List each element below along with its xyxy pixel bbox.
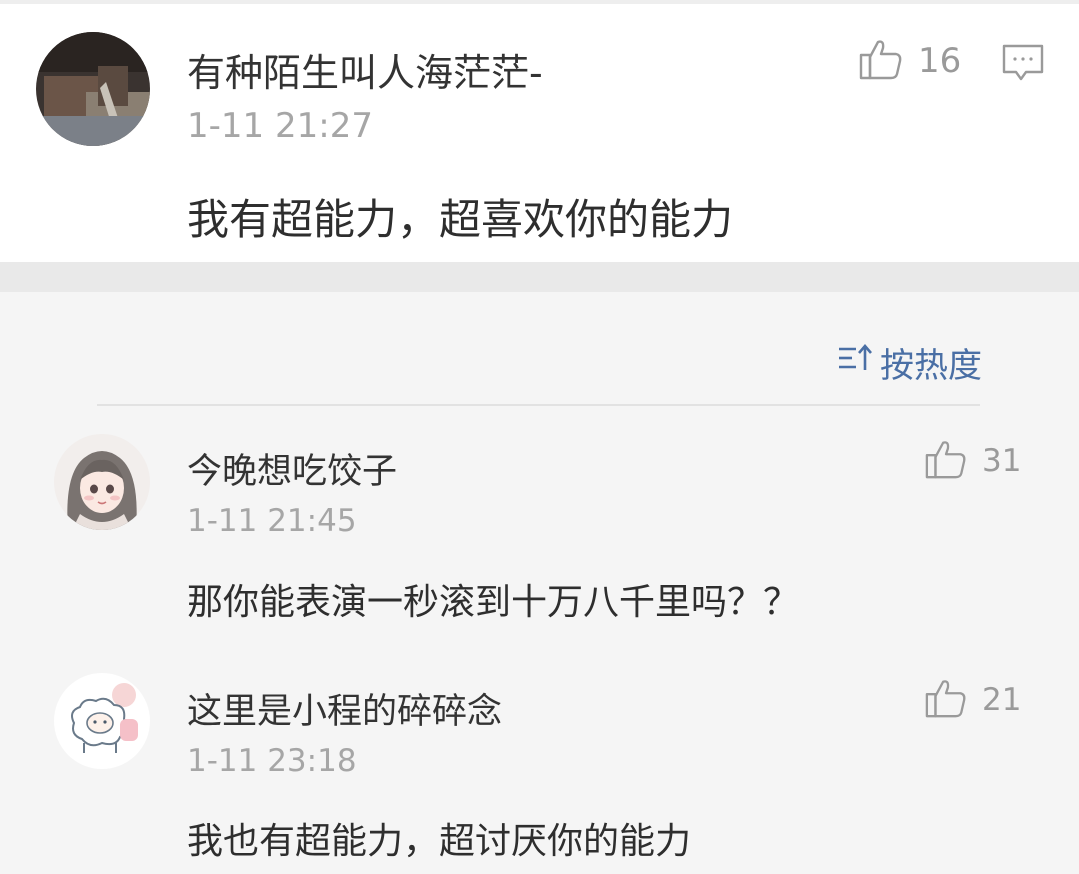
reply-timestamp: 1-11 21:45 [187,503,357,539]
main-comment-text: 我有超能力，超喜欢你的能力 [187,195,734,244]
reply-like-count: 31 [982,443,1022,479]
reply-text: 那你能表演一秒滚到十万八千里吗？？ [187,582,800,623]
section-separator [0,262,1079,292]
reply-username[interactable]: 今晚想吃饺子 [187,443,397,494]
sort-icon [836,341,874,384]
reply-timestamp: 1-11 23:18 [187,743,357,779]
reply-like-button[interactable]: 21 [924,676,1021,724]
reply-like-button[interactable]: 31 [924,437,1021,485]
reply-like-count: 21 [982,682,1022,718]
sort-label: 按热度 [880,346,982,386]
main-comment-timestamp: 1-11 21:27 [187,106,373,146]
reply-username[interactable]: 这里是小程的碎碎念 [187,683,502,734]
comment-icon [1000,42,1046,88]
sort-button[interactable]: 按热度 [836,338,982,387]
thumbs-up-icon [924,676,968,724]
thumbs-up-icon [924,437,968,485]
avatar[interactable] [54,673,150,769]
replies-divider [97,404,980,406]
reply-button[interactable] [1000,42,1046,88]
avatar[interactable] [54,434,150,530]
main-comment-like-count: 16 [918,41,962,81]
avatar[interactable] [36,32,150,146]
main-comment-username[interactable]: 有种陌生叫人海茫茫- [187,42,543,97]
thumbs-up-icon [858,36,904,86]
main-comment-like-button[interactable]: 16 [858,36,961,86]
reply-text: 我也有超能力，超讨厌你的能力 [187,821,692,862]
